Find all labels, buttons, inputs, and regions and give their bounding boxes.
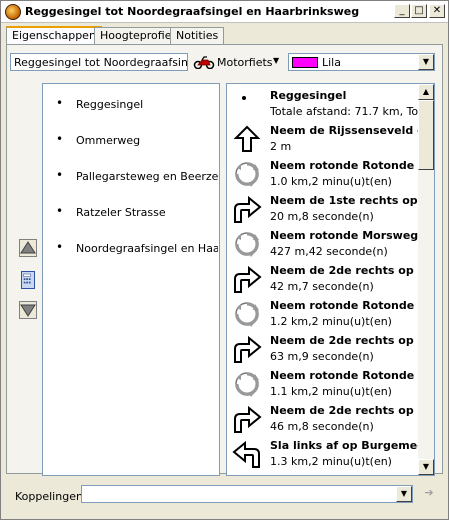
color-swatch [292, 57, 318, 68]
vehicle-select[interactable]: Motorfiets ▼ [193, 53, 283, 71]
direction-title: Neem rotonde Rotonde [270, 369, 415, 382]
turn-right-icon [231, 265, 263, 293]
direction-detail: 1.2 km,2 minu(u)t(en) [270, 315, 392, 328]
bullet-icon: • [56, 132, 64, 146]
tab-eigenschappen[interactable]: Eigenschappen [6, 26, 102, 45]
turn-left-icon [231, 440, 263, 468]
direction-detail: 42 m,7 seconde(n) [270, 280, 374, 293]
directions-list[interactable]: Reggesingel Totale afstand: 71.7 km, Tot N… [226, 83, 435, 476]
waypoint-label: Noordegraafsingel en Haar [76, 242, 218, 255]
roundabout-icon [231, 300, 263, 328]
turn-right-icon [231, 405, 263, 433]
dropdown-button[interactable]: ▼ [396, 486, 412, 502]
dropdown-button[interactable]: ▼ [418, 54, 434, 70]
direction-detail: 20 m,8 seconde(n) [270, 210, 374, 223]
direction-title: Reggesingel [270, 89, 347, 102]
chevron-down-icon: ▼ [273, 56, 280, 65]
direction-row[interactable]: Neem rotonde Rotonde 1.2 km,2 minu(u)t(en… [227, 297, 419, 332]
window-title: Reggesingel tot Noordegraafsingel en Haa… [25, 5, 360, 18]
minimize-button[interactable]: _ [394, 4, 410, 18]
title-bar[interactable]: Reggesingel tot Noordegraafsingel en Haa… [1, 1, 448, 23]
roundabout-icon [231, 370, 263, 398]
direction-detail: Totale afstand: 71.7 km, Tot [270, 105, 418, 118]
arrow-up-icon [231, 125, 263, 153]
koppelingen-label: Koppelingen [15, 490, 83, 503]
list-item[interactable]: • Pallegarsteweg en Beerzer [43, 166, 219, 186]
direction-detail: 1.3 km,2 minu(u)t(en) [270, 455, 392, 468]
direction-row[interactable]: Neem de 1ste rechts op Mo 20 m,8 seconde(… [227, 192, 419, 227]
list-item[interactable]: • Ommerweg [43, 130, 219, 150]
direction-title: Neem de 2de rechts op Mor [270, 264, 418, 277]
scroll-thumb[interactable] [418, 100, 434, 170]
direction-detail: 63 m,9 seconde(n) [270, 350, 374, 363]
direction-detail: 427 m,42 seconde(n) [270, 245, 388, 258]
direction-title: Neem de 2de rechts op Mor [270, 334, 418, 347]
go-arrow-button[interactable]: ➔ [422, 486, 436, 500]
motorcycle-icon [193, 56, 215, 69]
list-item[interactable]: • Noordegraafsingel en Haar [43, 238, 219, 258]
direction-row[interactable]: Neem de 2de rechts op Pro 46 m,8 seconde(… [227, 402, 419, 437]
move-up-icon[interactable] [19, 239, 37, 257]
route-properties-window: Reggesingel tot Noordegraafsingel en Haa… [0, 0, 449, 520]
direction-row[interactable]: Neem rotonde Rotonde 1.0 km,2 minu(u)t(en… [227, 157, 419, 192]
maximize-button[interactable]: □ [411, 4, 427, 18]
bullet-icon: • [56, 168, 64, 182]
direction-detail: 1.0 km,2 minu(u)t(en) [270, 175, 392, 188]
route-name-field[interactable]: Reggesingel tot Noordegraafsingel [10, 53, 188, 71]
turn-right-icon [231, 195, 263, 223]
vehicle-label: Motorfiets [217, 56, 273, 69]
calculator-icon[interactable] [21, 271, 35, 289]
list-item[interactable]: • Ratzeler Strasse [43, 202, 219, 222]
roundabout-icon [231, 230, 263, 258]
direction-row[interactable]: Reggesingel Totale afstand: 71.7 km, Tot [227, 87, 419, 122]
bullet-icon: • [56, 96, 64, 110]
tab-notities[interactable]: Notities [170, 27, 225, 45]
direction-row[interactable]: Sla links af op Burgemeeste 1.3 km,2 minu… [227, 437, 419, 472]
close-button[interactable]: ✕ [429, 4, 445, 18]
direction-title: Neem de Rijssenseveld en [270, 124, 418, 137]
scroll-up-button[interactable]: ▲ [418, 84, 434, 100]
direction-row[interactable]: Neem de Rijssenseveld en 2 m [227, 122, 419, 157]
move-down-icon[interactable] [19, 301, 37, 319]
scroll-down-button[interactable]: ▼ [418, 459, 434, 475]
vertical-scrollbar[interactable]: ▲ ▼ [418, 84, 434, 475]
direction-row[interactable]: Neem de 2de rechts op Mor 42 m,7 seconde(… [227, 262, 419, 297]
waypoint-list[interactable]: • Reggesingel • Ommerweg • Pallegarstewe… [42, 83, 220, 476]
direction-detail: 46 m,8 seconde(n) [270, 420, 374, 433]
list-item[interactable]: • Reggesingel [43, 94, 219, 114]
direction-row[interactable]: Neem rotonde Rotonde 1.1 km,2 minu(u)t(en… [227, 367, 419, 402]
koppelingen-select[interactable]: ▼ [81, 485, 413, 503]
direction-detail: 1.1 km,2 minu(u)t(en) [270, 385, 392, 398]
direction-row[interactable]: Neem rotonde Morsweg 427 m,42 seconde(n) [227, 227, 419, 262]
bullet-icon: • [56, 240, 64, 254]
bullet-icon: • [56, 204, 64, 218]
direction-title: Neem de 2de rechts op Pro [270, 404, 418, 417]
color-label: Lila [322, 56, 341, 69]
direction-title: Neem rotonde Rotonde [270, 299, 415, 312]
turn-right-icon [231, 335, 263, 363]
tab-hoogteprofiel[interactable]: Hoogteprofiel [94, 27, 181, 45]
direction-title: Neem rotonde Morsweg [270, 229, 418, 242]
direction-title: Sla links af op Burgemeeste [270, 439, 418, 452]
roundabout-icon [231, 160, 263, 188]
waypoint-label: Reggesingel [76, 98, 144, 111]
waypoint-label: Ommerweg [76, 134, 141, 147]
dot-icon [231, 90, 263, 118]
route-color-select[interactable]: Lila ▼ [288, 53, 435, 71]
direction-detail: 2 m [270, 140, 292, 153]
direction-title: Neem rotonde Rotonde [270, 159, 415, 172]
direction-title: Neem de 1ste rechts op Mo [270, 194, 418, 207]
app-icon [5, 4, 21, 20]
direction-row[interactable]: Neem de 2de rechts op Mor 63 m,9 seconde(… [227, 332, 419, 367]
waypoint-label: Ratzeler Strasse [76, 206, 166, 219]
waypoint-label: Pallegarsteweg en Beerzer [76, 170, 218, 183]
